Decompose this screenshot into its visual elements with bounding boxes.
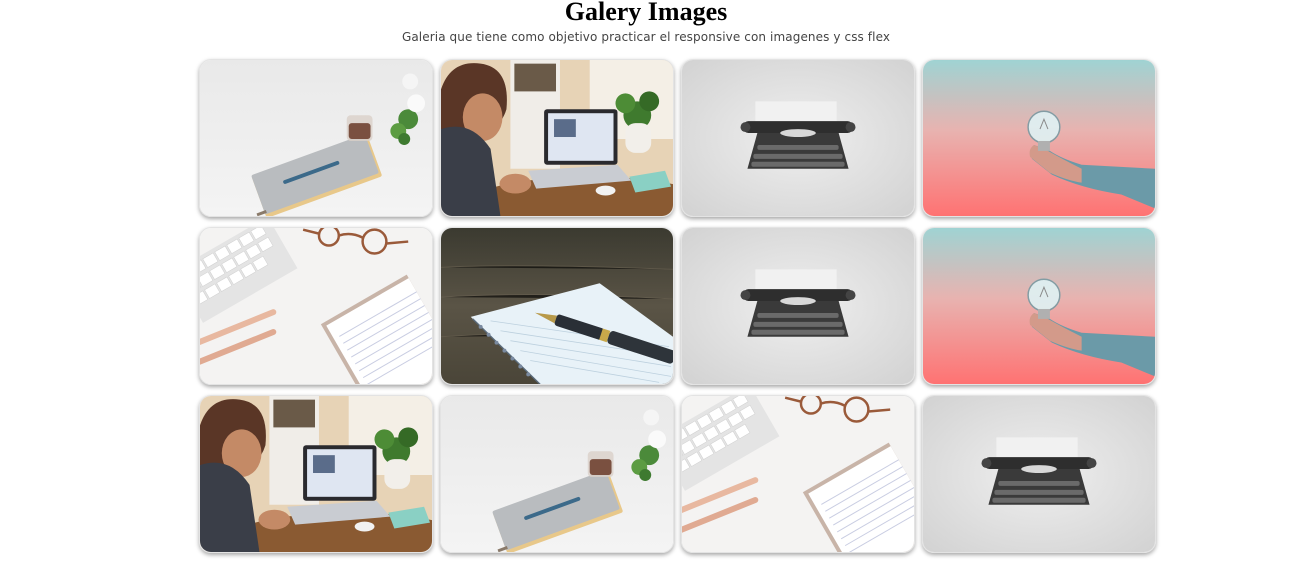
- gallery-image[interactable]: [922, 227, 1156, 385]
- image-keyboard-glasses-notepad: [682, 396, 914, 552]
- gallery-image[interactable]: [681, 395, 915, 553]
- gallery-image[interactable]: [681, 59, 915, 217]
- image-typewriter: [682, 228, 914, 384]
- gallery-image[interactable]: [440, 59, 674, 217]
- image-lightbulb-hand: [923, 60, 1155, 216]
- image-typewriter: [923, 396, 1155, 552]
- page-title: Galery Images: [564, 0, 728, 26]
- image-girl-laptop: [441, 60, 673, 216]
- gallery-image[interactable]: [440, 395, 674, 553]
- image-lightbulb-hand: [923, 228, 1155, 384]
- image-gallery: [199, 59, 1157, 553]
- page-subtitle: Galeria que tiene como objetivo practica…: [401, 30, 891, 44]
- gallery-image[interactable]: [681, 227, 915, 385]
- image-fountain-pen-notebook: [441, 228, 673, 384]
- image-keyboard-glasses-notepad: [200, 228, 432, 384]
- gallery-image[interactable]: [440, 227, 674, 385]
- image-notebook-pen-coffee: [200, 60, 432, 216]
- image-typewriter: [682, 60, 914, 216]
- gallery-image[interactable]: [199, 59, 433, 217]
- image-notebook-pen-coffee: [441, 396, 673, 552]
- gallery-image[interactable]: [199, 395, 433, 553]
- gallery-image[interactable]: [922, 395, 1156, 553]
- gallery-image[interactable]: [199, 227, 433, 385]
- image-girl-laptop: [200, 396, 432, 552]
- gallery-image[interactable]: [922, 59, 1156, 217]
- page-header: Galery Images Galeria que tiene como obj…: [0, 0, 1292, 44]
